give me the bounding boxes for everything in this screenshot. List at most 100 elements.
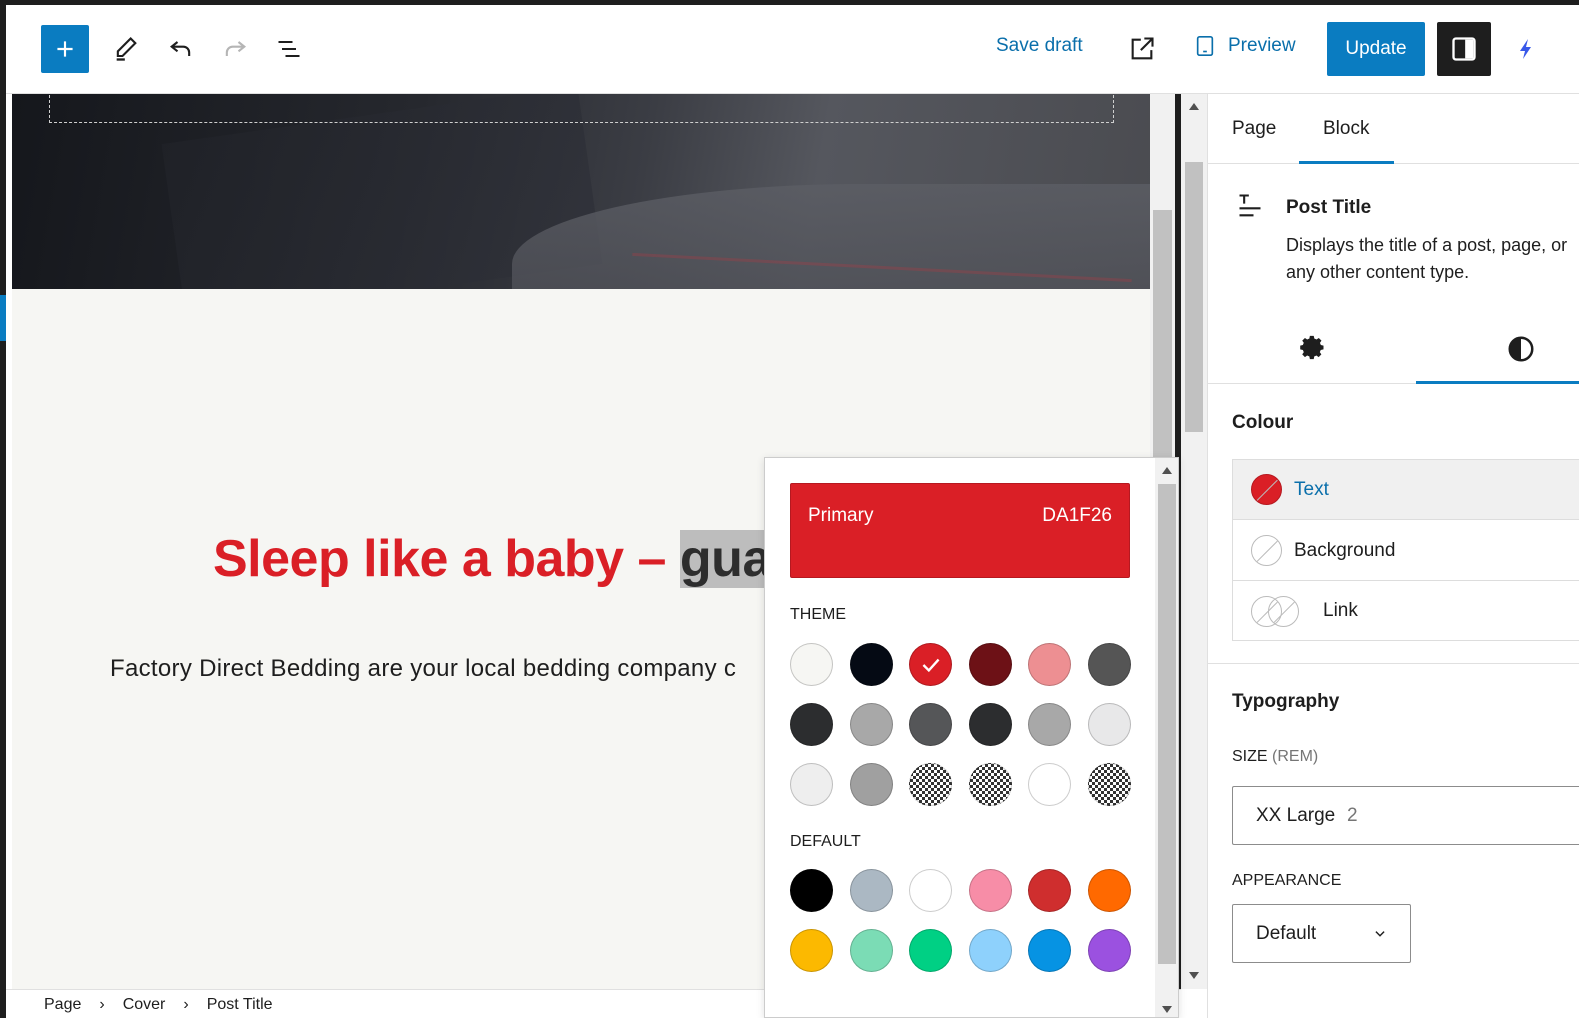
font-size-number: 2 <box>1347 805 1358 826</box>
default-colour-swatch[interactable] <box>1087 869 1131 912</box>
undo-icon <box>169 41 191 56</box>
breadcrumb-cover[interactable]: Cover <box>123 996 166 1014</box>
redo-button[interactable] <box>215 29 255 69</box>
appearance-select[interactable]: Default <box>1232 904 1411 963</box>
list-view-icon <box>278 40 300 58</box>
theme-colour-swatch[interactable] <box>790 763 833 806</box>
popover-scrollbar[interactable] <box>1155 458 1178 1017</box>
device-preview-icon <box>1196 36 1214 56</box>
theme-colour-swatch[interactable] <box>1087 703 1131 746</box>
active-subtab-indicator <box>1416 381 1579 384</box>
theme-colour-swatch[interactable] <box>790 703 833 746</box>
default-colour-swatch[interactable] <box>849 869 893 912</box>
default-colour-swatch[interactable] <box>909 929 952 972</box>
theme-palette <box>790 643 1131 806</box>
default-colour-swatch[interactable] <box>849 929 893 972</box>
text-colour-swatch <box>1251 474 1282 505</box>
theme-colour-swatch[interactable] <box>968 763 1012 806</box>
colour-item-text-label: Text <box>1294 478 1329 500</box>
cover-image[interactable] <box>12 94 1150 289</box>
theme-palette-label: THEME <box>790 606 846 623</box>
settings-toggle-button[interactable] <box>1437 22 1491 76</box>
theme-colour-swatch[interactable] <box>1028 763 1071 806</box>
scroll-up-arrow-icon[interactable] <box>1162 467 1172 474</box>
font-size-select[interactable]: XX Large 2 <box>1232 786 1579 845</box>
breadcrumb-post-title: Post Title <box>206 996 273 1013</box>
list-view-button[interactable] <box>269 29 309 69</box>
post-title-text: Sleep like a baby – <box>213 530 680 588</box>
empty-swatch-icon <box>1268 595 1299 627</box>
post-title-icon <box>1239 194 1261 217</box>
theme-colour-swatch[interactable] <box>1028 643 1071 686</box>
checkmark-icon <box>922 658 939 672</box>
sidebar-scrollbar[interactable] <box>1181 94 1207 989</box>
styles-contrast-icon[interactable] <box>1506 334 1536 364</box>
font-size-value: XX Large <box>1256 805 1336 826</box>
default-colour-swatch[interactable] <box>909 869 952 912</box>
empty-swatch-icon <box>1251 535 1282 566</box>
post-title-block[interactable]: Sleep like a baby – guar <box>213 529 791 589</box>
theme-colour-swatch[interactable] <box>849 763 893 806</box>
scroll-down-arrow-icon[interactable] <box>1162 1006 1172 1013</box>
colour-item-link[interactable]: Link <box>1233 581 1579 641</box>
theme-colour-swatch[interactable] <box>790 643 833 686</box>
selected-colour-name: Primary <box>808 505 874 526</box>
undo-button[interactable] <box>161 29 201 69</box>
default-colour-swatch[interactable] <box>1028 929 1071 972</box>
theme-colour-swatch[interactable] <box>968 643 1012 686</box>
breadcrumb-page[interactable]: Page <box>44 996 81 1014</box>
default-palette-label: DEFAULT <box>790 833 861 850</box>
collapsed-side-panel-tab[interactable] <box>0 295 6 341</box>
colour-item-link-label: Link <box>1323 600 1358 621</box>
default-colour-swatch[interactable] <box>968 929 1012 972</box>
preview-button[interactable]: Preview <box>1194 33 1296 59</box>
colour-settings-list: Text Background Link <box>1232 459 1579 641</box>
default-colour-swatch[interactable] <box>968 869 1012 912</box>
update-button[interactable]: Update <box>1327 22 1425 76</box>
editor-toolbar: Save draft Preview Update <box>6 5 1579 94</box>
default-palette <box>790 869 1131 972</box>
theme-colour-swatch[interactable] <box>849 703 893 746</box>
default-colour-swatch[interactable] <box>1028 869 1071 912</box>
selected-colour-preview[interactable]: Primary DA1F26 <box>790 483 1130 578</box>
editor-window: { "toolbar": { "save_draft_label": "Save… <box>0 0 1579 1018</box>
tools-button[interactable] <box>106 29 146 69</box>
save-draft-button[interactable]: Save draft <box>996 35 1083 57</box>
colour-item-text[interactable]: Text <box>1233 460 1579 520</box>
default-colour-swatch[interactable] <box>1087 929 1131 972</box>
selected-colour-hex: DA1F26 <box>1042 505 1112 526</box>
colour-picker-popover: Primary DA1F26 THEME DEFAULT <box>764 457 1179 1018</box>
view-post-button[interactable] <box>1122 29 1162 69</box>
cover-inner-block-outline[interactable] <box>49 94 1114 123</box>
block-inserter-button[interactable] <box>41 25 89 73</box>
theme-colour-swatch[interactable] <box>909 763 952 806</box>
sidebar-tabs: Page Block <box>1208 94 1579 164</box>
default-colour-swatch[interactable] <box>790 869 833 912</box>
theme-colour-swatch[interactable] <box>1087 763 1131 806</box>
theme-colour-swatch[interactable] <box>909 703 952 746</box>
theme-colour-swatch[interactable] <box>1028 703 1071 746</box>
size-label: SIZE (REM) <box>1232 748 1319 765</box>
colour-item-background-label: Background <box>1294 539 1396 561</box>
scroll-down-arrow-icon[interactable] <box>1189 972 1199 979</box>
theme-colour-swatch[interactable] <box>1087 643 1131 686</box>
performance-button[interactable] <box>1506 29 1546 69</box>
section-divider <box>1208 663 1579 664</box>
appearance-label: APPEARANCE <box>1232 872 1342 889</box>
default-colour-swatch[interactable] <box>790 929 833 972</box>
description-paragraph[interactable]: Factory Direct Bedding are your local be… <box>110 655 736 683</box>
theme-colour-swatch[interactable] <box>909 643 952 686</box>
tab-page[interactable]: Page <box>1232 118 1276 140</box>
chevron-right-icon: › <box>183 996 189 1013</box>
typography-heading: Typography <box>1232 691 1340 712</box>
gear-icon[interactable] <box>1298 334 1328 364</box>
tab-block[interactable]: Block <box>1323 118 1369 140</box>
block-description: Displays the title of a post, page, or a… <box>1286 235 1568 282</box>
redo-icon <box>225 41 247 56</box>
theme-colour-swatch[interactable] <box>968 703 1012 746</box>
external-link-icon <box>1131 37 1154 60</box>
theme-colour-swatch[interactable] <box>849 643 893 686</box>
preview-label: Preview <box>1228 35 1296 56</box>
colour-item-background[interactable]: Background <box>1233 521 1579 581</box>
scroll-up-arrow-icon[interactable] <box>1189 103 1199 110</box>
